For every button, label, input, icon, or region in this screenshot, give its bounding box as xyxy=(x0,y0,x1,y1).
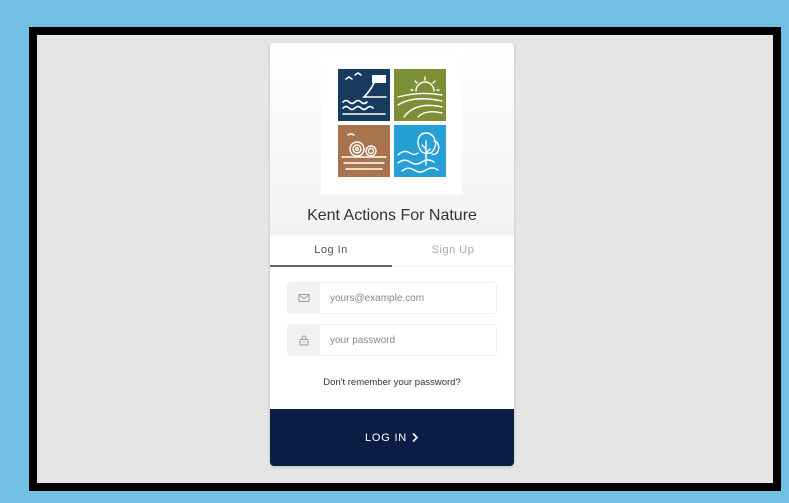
tab-log-in[interactable]: Log In xyxy=(270,235,392,267)
email-input[interactable] xyxy=(330,283,494,313)
password-input[interactable] xyxy=(330,325,494,355)
forgot-password-link[interactable]: Don't remember your password? xyxy=(270,377,514,388)
farmland-sun-tile-icon xyxy=(394,69,446,121)
log-in-button-label: LOG IN xyxy=(364,431,408,444)
hay-bales-tile-icon xyxy=(338,125,390,177)
trees-water-tile-icon xyxy=(394,125,446,177)
app-title: Kent Actions For Nature xyxy=(307,207,477,224)
logo xyxy=(321,53,462,194)
lock-icon xyxy=(288,325,320,355)
login-card: Kent Actions For Nature Log In Sign Up y… xyxy=(270,43,514,466)
envelope-icon xyxy=(288,283,320,313)
card-header: Kent Actions For Nature xyxy=(270,43,514,235)
coast-tile-icon xyxy=(338,69,390,121)
tab-sign-up[interactable]: Sign Up xyxy=(392,235,514,267)
log-in-button[interactable]: LOG IN xyxy=(270,409,514,466)
chevron-right-icon xyxy=(412,433,418,442)
auth-tabs: Log In Sign Up xyxy=(270,235,514,267)
password-field xyxy=(287,324,497,356)
email-field xyxy=(287,282,497,314)
login-backdrop: Kent Actions For Nature Log In Sign Up y… xyxy=(37,35,773,483)
